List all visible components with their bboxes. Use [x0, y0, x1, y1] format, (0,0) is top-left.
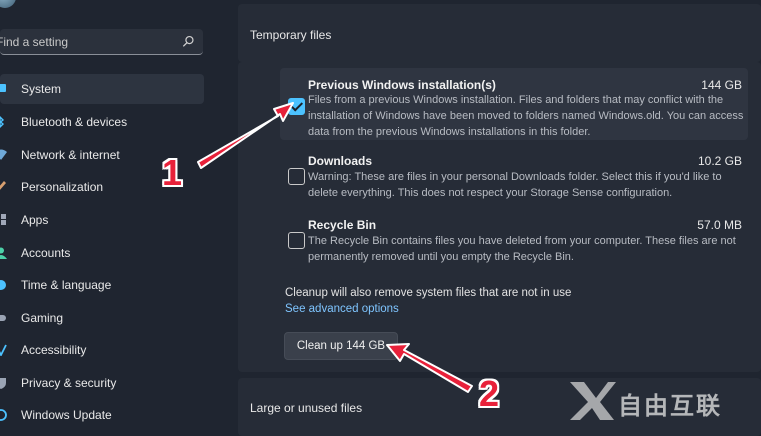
- sidebar-item-accessibility[interactable]: Accessibility: [0, 335, 204, 365]
- step-number-2: 2: [479, 373, 500, 414]
- sidebar-item-time-language[interactable]: Time & language: [0, 270, 204, 300]
- sidebar-item-label: Time & language: [21, 278, 112, 292]
- checkbox-previous-windows[interactable]: [288, 98, 305, 115]
- sidebar-item-label: Windows Update: [21, 408, 112, 422]
- file-size: 144 GB: [701, 78, 742, 92]
- sidebar-item-label: Apps: [21, 213, 49, 227]
- sidebar-item-label: Accounts: [21, 246, 71, 260]
- temporary-files-header: Temporary files: [238, 4, 761, 62]
- brush-icon: [0, 181, 6, 190]
- cleanup-button[interactable]: Clean up 144 GB: [284, 332, 398, 360]
- file-item-previous-windows[interactable]: Previous Windows installation(s) 144 GB …: [280, 68, 748, 140]
- sidebar-item-label: Privacy & security: [21, 376, 117, 390]
- search-box[interactable]: [0, 29, 203, 55]
- step-number-1: 1: [162, 152, 183, 193]
- file-item-recycle-bin[interactable]: Recycle Bin 57.0 MB The Recycle Bin cont…: [280, 218, 748, 268]
- sidebar-item-system[interactable]: System: [0, 74, 204, 104]
- sidebar-item-apps[interactable]: Apps: [0, 205, 204, 235]
- sidebar-item-label: Personalization: [21, 180, 104, 194]
- person-icon: [0, 247, 7, 259]
- file-description: Files from a previous Windows installati…: [308, 94, 744, 138]
- section-title: Temporary files: [250, 28, 332, 42]
- update-icon: [0, 409, 7, 421]
- checkbox-recycle-bin[interactable]: [288, 232, 305, 249]
- globe-clock-icon: [0, 280, 6, 290]
- sidebar-item-bluetooth[interactable]: Bluetooth & devices: [0, 107, 204, 137]
- watermark-text: 自由互联: [618, 392, 722, 420]
- file-title: Recycle Bin: [308, 218, 377, 232]
- avatar[interactable]: [0, 0, 16, 8]
- sidebar-item-gaming[interactable]: Gaming: [0, 303, 204, 333]
- bluetooth-icon: [0, 116, 5, 128]
- file-description: The Recycle Bin contains files you have …: [308, 235, 736, 263]
- file-title: Previous Windows installation(s): [308, 78, 496, 92]
- sidebar-item-windows-update[interactable]: Windows Update: [0, 400, 204, 430]
- checkbox-downloads[interactable]: [288, 168, 305, 185]
- section-title: Large or unused files: [250, 401, 363, 415]
- sidebar-item-label: System: [21, 82, 62, 96]
- sidebar: System Bluetooth & devices Network & int…: [0, 0, 218, 436]
- system-icon: [0, 84, 6, 92]
- advanced-options-link[interactable]: See advanced options: [285, 303, 399, 315]
- apps-icon: [1, 214, 6, 225]
- sidebar-item-label: Network & internet: [21, 148, 120, 162]
- file-title: Downloads: [308, 154, 373, 168]
- wifi-icon: [0, 149, 7, 160]
- shield-icon: [0, 378, 6, 389]
- search-icon[interactable]: [182, 35, 195, 48]
- x-logo-icon: [570, 382, 616, 420]
- file-description: Warning: These are files in your persona…: [308, 171, 722, 199]
- sidebar-item-label: Accessibility: [21, 343, 87, 357]
- watermark: 自由互联: [566, 378, 756, 424]
- temporary-files-panel: Previous Windows installation(s) 144 GB …: [238, 62, 761, 372]
- sidebar-item-accounts[interactable]: Accounts: [0, 238, 204, 268]
- file-size: 10.2 GB: [697, 154, 742, 168]
- file-size: 57.0 MB: [697, 218, 742, 232]
- gamepad-icon: [0, 315, 6, 321]
- file-item-downloads[interactable]: Downloads 10.2 GB Warning: These are fil…: [280, 154, 748, 204]
- sidebar-item-label: Bluetooth & devices: [21, 115, 128, 129]
- sidebar-item-label: Gaming: [21, 311, 64, 325]
- accessibility-icon: [0, 344, 7, 356]
- cleanup-note: Cleanup will also remove system files th…: [285, 287, 572, 299]
- sidebar-item-privacy-security[interactable]: Privacy & security: [0, 368, 204, 398]
- search-input[interactable]: [0, 29, 175, 54]
